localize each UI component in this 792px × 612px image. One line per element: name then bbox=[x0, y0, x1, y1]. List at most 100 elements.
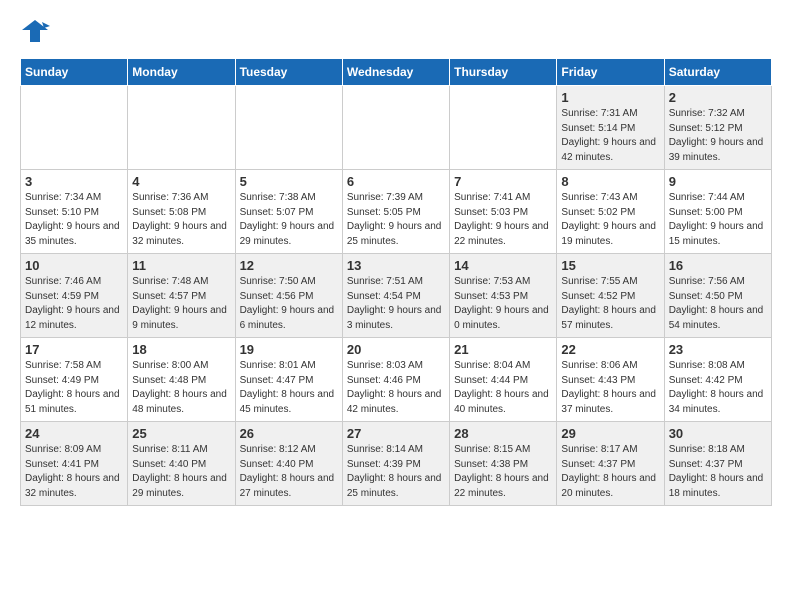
day-info: Sunrise: 7:32 AM Sunset: 5:12 PM Dayligh… bbox=[669, 107, 767, 165]
calendar-cell: 30 Sunrise: 8:18 AM Sunset: 4:37 PM Dayli… bbox=[664, 422, 771, 506]
day-info: Sunrise: 7:38 AM Sunset: 5:07 PM Dayligh… bbox=[240, 191, 338, 249]
day-info: Sunrise: 8:03 AM Sunset: 4:46 PM Dayligh… bbox=[347, 359, 445, 417]
day-number: 30 bbox=[669, 426, 767, 441]
day-info: Sunrise: 8:04 AM Sunset: 4:44 PM Dayligh… bbox=[454, 359, 552, 417]
day-info: Sunrise: 7:34 AM Sunset: 5:10 PM Dayligh… bbox=[25, 191, 123, 249]
logo-icon bbox=[20, 16, 50, 46]
day-info: Sunrise: 7:56 AM Sunset: 4:50 PM Dayligh… bbox=[669, 275, 767, 333]
calendar-cell: 17Sunrise: 7:58 AM Sunset: 4:49 PM Dayli… bbox=[21, 338, 128, 422]
dow-header-friday: Friday bbox=[557, 59, 664, 86]
day-number: 24 bbox=[25, 426, 123, 441]
day-info: Sunrise: 7:43 AM Sunset: 5:02 PM Dayligh… bbox=[561, 191, 659, 249]
day-number: 19 bbox=[240, 342, 338, 357]
day-info: Sunrise: 7:44 AM Sunset: 5:00 PM Dayligh… bbox=[669, 191, 767, 249]
logo bbox=[20, 16, 54, 46]
day-info: Sunrise: 8:00 AM Sunset: 4:48 PM Dayligh… bbox=[132, 359, 230, 417]
calendar-cell bbox=[342, 86, 449, 170]
page-header bbox=[20, 16, 772, 46]
day-number: 1 bbox=[561, 90, 659, 105]
day-number: 3 bbox=[25, 174, 123, 189]
calendar-cell: 8 Sunrise: 7:43 AM Sunset: 5:02 PM Daylig… bbox=[557, 170, 664, 254]
day-info: Sunrise: 7:50 AM Sunset: 4:56 PM Dayligh… bbox=[240, 275, 338, 333]
day-info: Sunrise: 8:18 AM Sunset: 4:37 PM Dayligh… bbox=[669, 443, 767, 501]
day-info: Sunrise: 7:41 AM Sunset: 5:03 PM Dayligh… bbox=[454, 191, 552, 249]
day-number: 26 bbox=[240, 426, 338, 441]
day-number: 12 bbox=[240, 258, 338, 273]
calendar-cell: 15 Sunrise: 7:55 AM Sunset: 4:52 PM Dayli… bbox=[557, 254, 664, 338]
day-number: 22 bbox=[561, 342, 659, 357]
day-info: Sunrise: 8:15 AM Sunset: 4:38 PM Dayligh… bbox=[454, 443, 552, 501]
day-number: 4 bbox=[132, 174, 230, 189]
day-number: 2 bbox=[669, 90, 767, 105]
calendar-cell bbox=[21, 86, 128, 170]
calendar-cell: 28Sunrise: 8:15 AM Sunset: 4:38 PM Dayli… bbox=[450, 422, 557, 506]
calendar-cell: 3 Sunrise: 7:34 AM Sunset: 5:10 PM Daylig… bbox=[21, 170, 128, 254]
day-number: 16 bbox=[669, 258, 767, 273]
calendar-cell: 9 Sunrise: 7:44 AM Sunset: 5:00 PM Daylig… bbox=[664, 170, 771, 254]
day-info: Sunrise: 8:08 AM Sunset: 4:42 PM Dayligh… bbox=[669, 359, 767, 417]
day-number: 7 bbox=[454, 174, 552, 189]
calendar-cell: 7 Sunrise: 7:41 AM Sunset: 5:03 PM Daylig… bbox=[450, 170, 557, 254]
calendar-cell: 23 Sunrise: 8:08 AM Sunset: 4:42 PM Dayli… bbox=[664, 338, 771, 422]
day-number: 23 bbox=[669, 342, 767, 357]
week-row-2: 3 Sunrise: 7:34 AM Sunset: 5:10 PM Daylig… bbox=[21, 170, 772, 254]
calendar-cell: 24Sunrise: 8:09 AM Sunset: 4:41 PM Dayli… bbox=[21, 422, 128, 506]
day-info: Sunrise: 8:12 AM Sunset: 4:40 PM Dayligh… bbox=[240, 443, 338, 501]
calendar-cell: 12 Sunrise: 7:50 AM Sunset: 4:56 PM Dayli… bbox=[235, 254, 342, 338]
day-number: 8 bbox=[561, 174, 659, 189]
dow-header-wednesday: Wednesday bbox=[342, 59, 449, 86]
day-info: Sunrise: 7:39 AM Sunset: 5:05 PM Dayligh… bbox=[347, 191, 445, 249]
day-info: Sunrise: 7:48 AM Sunset: 4:57 PM Dayligh… bbox=[132, 275, 230, 333]
calendar-cell: 22 Sunrise: 8:06 AM Sunset: 4:43 PM Dayli… bbox=[557, 338, 664, 422]
day-info: Sunrise: 8:06 AM Sunset: 4:43 PM Dayligh… bbox=[561, 359, 659, 417]
day-number: 5 bbox=[240, 174, 338, 189]
day-number: 20 bbox=[347, 342, 445, 357]
calendar-cell bbox=[450, 86, 557, 170]
day-number: 6 bbox=[347, 174, 445, 189]
calendar-cell: 25 Sunrise: 8:11 AM Sunset: 4:40 PM Dayli… bbox=[128, 422, 235, 506]
day-number: 18 bbox=[132, 342, 230, 357]
day-number: 10 bbox=[25, 258, 123, 273]
calendar-cell: 10Sunrise: 7:46 AM Sunset: 4:59 PM Dayli… bbox=[21, 254, 128, 338]
calendar-cell: 1 Sunrise: 7:31 AM Sunset: 5:14 PM Daylig… bbox=[557, 86, 664, 170]
calendar-cell: 5 Sunrise: 7:38 AM Sunset: 5:07 PM Daylig… bbox=[235, 170, 342, 254]
day-number: 14 bbox=[454, 258, 552, 273]
dow-header-thursday: Thursday bbox=[450, 59, 557, 86]
calendar-cell: 4 Sunrise: 7:36 AM Sunset: 5:08 PM Daylig… bbox=[128, 170, 235, 254]
calendar-cell: 26 Sunrise: 8:12 AM Sunset: 4:40 PM Dayli… bbox=[235, 422, 342, 506]
day-info: Sunrise: 8:17 AM Sunset: 4:37 PM Dayligh… bbox=[561, 443, 659, 501]
calendar-table: SundayMondayTuesdayWednesdayThursdayFrid… bbox=[20, 58, 772, 506]
day-number: 21 bbox=[454, 342, 552, 357]
calendar-cell: 29 Sunrise: 8:17 AM Sunset: 4:37 PM Dayli… bbox=[557, 422, 664, 506]
day-number: 11 bbox=[132, 258, 230, 273]
day-number: 9 bbox=[669, 174, 767, 189]
day-info: Sunrise: 7:31 AM Sunset: 5:14 PM Dayligh… bbox=[561, 107, 659, 165]
calendar-cell: 6 Sunrise: 7:39 AM Sunset: 5:05 PM Daylig… bbox=[342, 170, 449, 254]
calendar-cell: 11 Sunrise: 7:48 AM Sunset: 4:57 PM Dayli… bbox=[128, 254, 235, 338]
calendar-cell: 19 Sunrise: 8:01 AM Sunset: 4:47 PM Dayli… bbox=[235, 338, 342, 422]
day-number: 29 bbox=[561, 426, 659, 441]
calendar-cell: 2 Sunrise: 7:32 AM Sunset: 5:12 PM Daylig… bbox=[664, 86, 771, 170]
calendar-cell: 27 Sunrise: 8:14 AM Sunset: 4:39 PM Dayli… bbox=[342, 422, 449, 506]
calendar-cell bbox=[128, 86, 235, 170]
day-info: Sunrise: 8:14 AM Sunset: 4:39 PM Dayligh… bbox=[347, 443, 445, 501]
week-row-5: 24Sunrise: 8:09 AM Sunset: 4:41 PM Dayli… bbox=[21, 422, 772, 506]
day-info: Sunrise: 8:11 AM Sunset: 4:40 PM Dayligh… bbox=[132, 443, 230, 501]
day-info: Sunrise: 8:01 AM Sunset: 4:47 PM Dayligh… bbox=[240, 359, 338, 417]
calendar-cell: 14 Sunrise: 7:53 AM Sunset: 4:53 PM Dayli… bbox=[450, 254, 557, 338]
day-number: 13 bbox=[347, 258, 445, 273]
calendar-cell: 13Sunrise: 7:51 AM Sunset: 4:54 PM Dayli… bbox=[342, 254, 449, 338]
day-number: 15 bbox=[561, 258, 659, 273]
day-info: Sunrise: 7:36 AM Sunset: 5:08 PM Dayligh… bbox=[132, 191, 230, 249]
day-info: Sunrise: 7:55 AM Sunset: 4:52 PM Dayligh… bbox=[561, 275, 659, 333]
calendar-cell: 16 Sunrise: 7:56 AM Sunset: 4:50 PM Dayli… bbox=[664, 254, 771, 338]
day-info: Sunrise: 7:53 AM Sunset: 4:53 PM Dayligh… bbox=[454, 275, 552, 333]
dow-header-tuesday: Tuesday bbox=[235, 59, 342, 86]
week-row-1: 1 Sunrise: 7:31 AM Sunset: 5:14 PM Daylig… bbox=[21, 86, 772, 170]
week-row-4: 17Sunrise: 7:58 AM Sunset: 4:49 PM Dayli… bbox=[21, 338, 772, 422]
day-info: Sunrise: 7:58 AM Sunset: 4:49 PM Dayligh… bbox=[25, 359, 123, 417]
day-number: 27 bbox=[347, 426, 445, 441]
calendar-cell: 18 Sunrise: 8:00 AM Sunset: 4:48 PM Dayli… bbox=[128, 338, 235, 422]
calendar-cell: 21 Sunrise: 8:04 AM Sunset: 4:44 PM Dayli… bbox=[450, 338, 557, 422]
day-number: 25 bbox=[132, 426, 230, 441]
